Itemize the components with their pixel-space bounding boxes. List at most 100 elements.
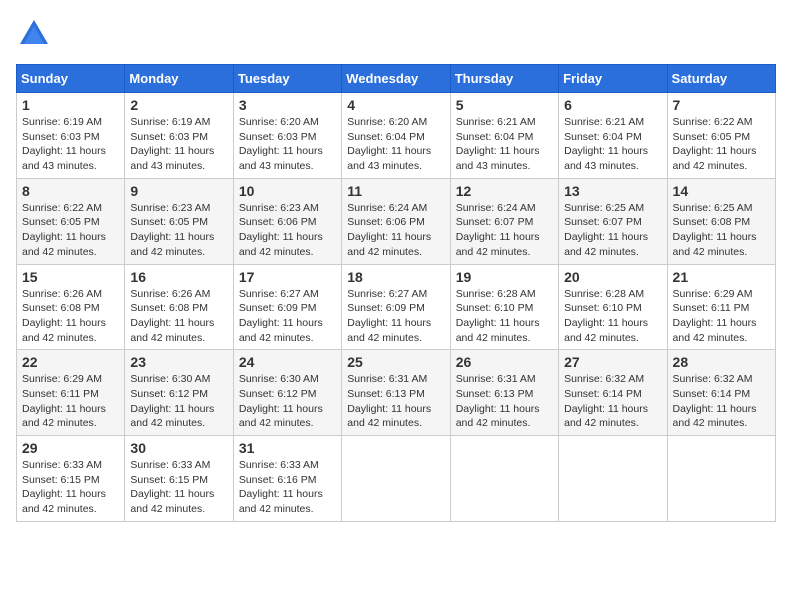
day-number: 17: [239, 269, 336, 285]
day-number: 5: [456, 97, 553, 113]
calendar-cell: 2 Sunrise: 6:19 AM Sunset: 6:03 PM Daylig…: [125, 93, 233, 179]
calendar-cell: 16Sunrise: 6:26 AM Sunset: 6:08 PM Dayli…: [125, 264, 233, 350]
day-info: Sunrise: 6:32 AM Sunset: 6:14 PM Dayligh…: [564, 372, 661, 431]
day-info: Sunrise: 6:22 AM Sunset: 6:05 PM Dayligh…: [22, 201, 119, 260]
day-info: Sunrise: 6:21 AM Sunset: 6:04 PM Dayligh…: [456, 115, 553, 174]
logo: [16, 16, 58, 52]
day-info: Sunrise: 6:25 AM Sunset: 6:08 PM Dayligh…: [673, 201, 770, 260]
weekday-header: Wednesday: [342, 65, 450, 93]
calendar-cell: 14Sunrise: 6:25 AM Sunset: 6:08 PM Dayli…: [667, 178, 775, 264]
day-number: 15: [22, 269, 119, 285]
weekday-header: Thursday: [450, 65, 558, 93]
calendar-cell: 27Sunrise: 6:32 AM Sunset: 6:14 PM Dayli…: [559, 350, 667, 436]
day-info: Sunrise: 6:31 AM Sunset: 6:13 PM Dayligh…: [456, 372, 553, 431]
calendar-cell: 24 Sunrise: 6:30 AM Sunset: 6:12 PM Dayli…: [233, 350, 341, 436]
day-info: Sunrise: 6:26 AM Sunset: 6:08 PM Dayligh…: [130, 287, 227, 346]
day-info: Sunrise: 6:20 AM Sunset: 6:04 PM Dayligh…: [347, 115, 444, 174]
day-info: Sunrise: 6:27 AM Sunset: 6:09 PM Dayligh…: [239, 287, 336, 346]
calendar-cell: 28 Sunrise: 6:32 AM Sunset: 6:14 PM Dayli…: [667, 350, 775, 436]
calendar-body: 1 Sunrise: 6:19 AM Sunset: 6:03 PM Daylig…: [17, 93, 776, 522]
calendar-cell: 6 Sunrise: 6:21 AM Sunset: 6:04 PM Daylig…: [559, 93, 667, 179]
day-number: 22: [22, 354, 119, 370]
weekday-header: Tuesday: [233, 65, 341, 93]
calendar-cell: 17 Sunrise: 6:27 AM Sunset: 6:09 PM Dayli…: [233, 264, 341, 350]
calendar-cell: 23 Sunrise: 6:30 AM Sunset: 6:12 PM Dayli…: [125, 350, 233, 436]
page-header: [16, 16, 776, 52]
calendar-cell: 3 Sunrise: 6:20 AM Sunset: 6:03 PM Daylig…: [233, 93, 341, 179]
day-info: Sunrise: 6:33 AM Sunset: 6:15 PM Dayligh…: [22, 458, 119, 517]
day-number: 9: [130, 183, 227, 199]
day-number: 3: [239, 97, 336, 113]
day-number: 25: [347, 354, 444, 370]
day-number: 29: [22, 440, 119, 456]
day-info: Sunrise: 6:21 AM Sunset: 6:04 PM Dayligh…: [564, 115, 661, 174]
day-number: 7: [673, 97, 770, 113]
calendar-header-row: SundayMondayTuesdayWednesdayThursdayFrid…: [17, 65, 776, 93]
day-info: Sunrise: 6:29 AM Sunset: 6:11 PM Dayligh…: [22, 372, 119, 431]
logo-icon: [16, 16, 52, 52]
day-info: Sunrise: 6:27 AM Sunset: 6:09 PM Dayligh…: [347, 287, 444, 346]
calendar-cell: 11Sunrise: 6:24 AM Sunset: 6:06 PM Dayli…: [342, 178, 450, 264]
day-number: 24: [239, 354, 336, 370]
calendar-week-row: 8 Sunrise: 6:22 AM Sunset: 6:05 PM Daylig…: [17, 178, 776, 264]
day-number: 6: [564, 97, 661, 113]
day-info: Sunrise: 6:33 AM Sunset: 6:15 PM Dayligh…: [130, 458, 227, 517]
calendar-cell: 26 Sunrise: 6:31 AM Sunset: 6:13 PM Dayli…: [450, 350, 558, 436]
day-info: Sunrise: 6:20 AM Sunset: 6:03 PM Dayligh…: [239, 115, 336, 174]
day-number: 19: [456, 269, 553, 285]
calendar-cell: 8 Sunrise: 6:22 AM Sunset: 6:05 PM Daylig…: [17, 178, 125, 264]
calendar-cell: 1 Sunrise: 6:19 AM Sunset: 6:03 PM Daylig…: [17, 93, 125, 179]
day-number: 31: [239, 440, 336, 456]
day-number: 10: [239, 183, 336, 199]
day-info: Sunrise: 6:32 AM Sunset: 6:14 PM Dayligh…: [673, 372, 770, 431]
calendar-cell: 19 Sunrise: 6:28 AM Sunset: 6:10 PM Dayli…: [450, 264, 558, 350]
day-info: Sunrise: 6:28 AM Sunset: 6:10 PM Dayligh…: [456, 287, 553, 346]
day-number: 2: [130, 97, 227, 113]
day-info: Sunrise: 6:25 AM Sunset: 6:07 PM Dayligh…: [564, 201, 661, 260]
calendar-cell: 21Sunrise: 6:29 AM Sunset: 6:11 PM Dayli…: [667, 264, 775, 350]
calendar-cell: 20 Sunrise: 6:28 AM Sunset: 6:10 PM Dayli…: [559, 264, 667, 350]
day-number: 18: [347, 269, 444, 285]
day-info: Sunrise: 6:19 AM Sunset: 6:03 PM Dayligh…: [22, 115, 119, 174]
day-info: Sunrise: 6:22 AM Sunset: 6:05 PM Dayligh…: [673, 115, 770, 174]
day-info: Sunrise: 6:28 AM Sunset: 6:10 PM Dayligh…: [564, 287, 661, 346]
calendar-cell: 13 Sunrise: 6:25 AM Sunset: 6:07 PM Dayli…: [559, 178, 667, 264]
calendar-cell: 30Sunrise: 6:33 AM Sunset: 6:15 PM Dayli…: [125, 436, 233, 522]
calendar-week-row: 29 Sunrise: 6:33 AM Sunset: 6:15 PM Dayli…: [17, 436, 776, 522]
day-number: 23: [130, 354, 227, 370]
weekday-header: Friday: [559, 65, 667, 93]
day-info: Sunrise: 6:23 AM Sunset: 6:05 PM Dayligh…: [130, 201, 227, 260]
day-info: Sunrise: 6:30 AM Sunset: 6:12 PM Dayligh…: [130, 372, 227, 431]
calendar-week-row: 22 Sunrise: 6:29 AM Sunset: 6:11 PM Dayli…: [17, 350, 776, 436]
calendar-cell: [450, 436, 558, 522]
calendar-cell: [559, 436, 667, 522]
calendar-cell: 5 Sunrise: 6:21 AM Sunset: 6:04 PM Daylig…: [450, 93, 558, 179]
calendar-cell: 22 Sunrise: 6:29 AM Sunset: 6:11 PM Dayli…: [17, 350, 125, 436]
calendar-cell: 25 Sunrise: 6:31 AM Sunset: 6:13 PM Dayli…: [342, 350, 450, 436]
day-info: Sunrise: 6:31 AM Sunset: 6:13 PM Dayligh…: [347, 372, 444, 431]
day-number: 26: [456, 354, 553, 370]
day-info: Sunrise: 6:30 AM Sunset: 6:12 PM Dayligh…: [239, 372, 336, 431]
day-number: 4: [347, 97, 444, 113]
calendar-cell: 29 Sunrise: 6:33 AM Sunset: 6:15 PM Dayli…: [17, 436, 125, 522]
day-info: Sunrise: 6:24 AM Sunset: 6:07 PM Dayligh…: [456, 201, 553, 260]
day-number: 13: [564, 183, 661, 199]
day-info: Sunrise: 6:19 AM Sunset: 6:03 PM Dayligh…: [130, 115, 227, 174]
day-number: 12: [456, 183, 553, 199]
day-info: Sunrise: 6:26 AM Sunset: 6:08 PM Dayligh…: [22, 287, 119, 346]
day-number: 1: [22, 97, 119, 113]
day-info: Sunrise: 6:29 AM Sunset: 6:11 PM Dayligh…: [673, 287, 770, 346]
calendar-cell: [667, 436, 775, 522]
day-number: 11: [347, 183, 444, 199]
calendar-cell: 7 Sunrise: 6:22 AM Sunset: 6:05 PM Daylig…: [667, 93, 775, 179]
weekday-header: Monday: [125, 65, 233, 93]
day-number: 8: [22, 183, 119, 199]
weekday-header: Sunday: [17, 65, 125, 93]
day-number: 28: [673, 354, 770, 370]
day-number: 20: [564, 269, 661, 285]
calendar-cell: 15 Sunrise: 6:26 AM Sunset: 6:08 PM Dayli…: [17, 264, 125, 350]
calendar-cell: 31 Sunrise: 6:33 AM Sunset: 6:16 PM Dayli…: [233, 436, 341, 522]
calendar-week-row: 15 Sunrise: 6:26 AM Sunset: 6:08 PM Dayli…: [17, 264, 776, 350]
day-info: Sunrise: 6:33 AM Sunset: 6:16 PM Dayligh…: [239, 458, 336, 517]
weekday-header: Saturday: [667, 65, 775, 93]
